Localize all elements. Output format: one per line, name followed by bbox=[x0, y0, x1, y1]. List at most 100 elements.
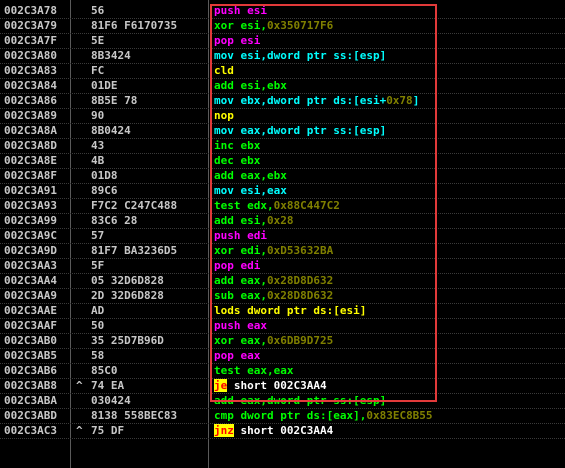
jump-mnemonic: je bbox=[214, 379, 228, 392]
instruction-text: lods dword ptr ds:[esi] bbox=[214, 303, 366, 318]
instruction-address: 002C3A91 bbox=[4, 184, 57, 197]
instruction-segment: test eax,eax bbox=[214, 364, 294, 377]
instruction-bytes: 4B bbox=[91, 154, 105, 167]
instruction-row[interactable]: 002C3A8F 01D8 add eax,ebx bbox=[0, 168, 565, 184]
jump-target-marker: ^ bbox=[76, 424, 83, 437]
instruction-text: sub eax,0x28D8D632 bbox=[214, 288, 333, 303]
instruction-text: xor esi,0x350717F6 bbox=[214, 18, 333, 33]
instruction-text: add esi,ebx bbox=[214, 78, 287, 93]
instruction-segment: mov eax,dword ptr ss:[esp] bbox=[214, 124, 387, 137]
instruction-row[interactable]: 002C3AA4 05 32D6D828 add eax,0x28D8D632 bbox=[0, 273, 565, 289]
instruction-row[interactable]: 002C3AB8 ^ 74 EA je short 002C3AA4 bbox=[0, 378, 565, 394]
instruction-text: xor edi,0xD53632BA bbox=[214, 243, 333, 258]
instruction-row[interactable]: 002C3A84 01DE add esi,ebx bbox=[0, 78, 565, 94]
instruction-segment: 0x88C447C2 bbox=[273, 199, 340, 212]
instruction-segment: add esi, bbox=[214, 214, 267, 227]
instruction-address: 002C3AA3 bbox=[4, 259, 57, 272]
instruction-segment: 0x6DB9D725 bbox=[266, 334, 334, 347]
instruction-address: 002C3A86 bbox=[4, 94, 57, 107]
instruction-bytes: 58 bbox=[91, 349, 105, 362]
instruction-bytes: 8B0424 bbox=[91, 124, 131, 137]
instruction-segment: dec ebx bbox=[214, 154, 261, 167]
instruction-segment: short 002C3AA4 bbox=[227, 379, 327, 392]
instruction-row[interactable]: 002C3AC3 ^ 75 DF jnz short 002C3AA4 bbox=[0, 423, 565, 439]
instruction-address: 002C3A8D bbox=[4, 139, 57, 152]
instruction-text: add esi,0x28 bbox=[214, 213, 293, 228]
instruction-row[interactable]: 002C3AAF 50 push eax bbox=[0, 318, 565, 334]
instruction-bytes: 5F bbox=[91, 259, 105, 272]
instruction-row[interactable]: 002C3A8D 43 inc ebx bbox=[0, 138, 565, 154]
instruction-text: test edx,0x88C447C2 bbox=[214, 198, 340, 213]
instruction-segment: sub eax, bbox=[214, 289, 267, 302]
instruction-bytes: 01DE bbox=[91, 79, 118, 92]
instruction-row[interactable]: 002C3AB6 85C0 test eax,eax bbox=[0, 363, 565, 379]
instruction-text: pop edi bbox=[214, 258, 260, 273]
instruction-row[interactable]: 002C3ABA 030424 add eax,dword ptr ss:[esp] bbox=[0, 393, 565, 409]
instruction-segment: add eax,ebx bbox=[214, 169, 287, 182]
instruction-row[interactable]: 002C3A91 89C6 mov esi,eax bbox=[0, 183, 565, 199]
instruction-segment: 0x28D8D632 bbox=[266, 274, 334, 287]
instruction-row[interactable]: 002C3AA3 5F pop edi bbox=[0, 258, 565, 274]
instruction-row[interactable]: 002C3A9C 57 push edi bbox=[0, 228, 565, 244]
instruction-row[interactable]: 002C3A78 56 push esi bbox=[0, 3, 565, 19]
instruction-row[interactable]: 002C3A8A 8B0424 mov eax,dword ptr ss:[esp] bbox=[0, 123, 565, 139]
instruction-text: mov esi,eax bbox=[214, 183, 287, 198]
instruction-segment: cmp dword ptr ds:[eax], bbox=[214, 409, 367, 422]
instruction-row[interactable]: 002C3A7F 5E pop esi bbox=[0, 33, 565, 49]
instruction-row[interactable]: 002C3AB0 35 25D7B96D xor eax,0x6DB9D725 bbox=[0, 333, 565, 349]
instruction-row[interactable]: 002C3AA9 2D 32D6D828 sub eax,0x28D8D632 bbox=[0, 288, 565, 304]
instruction-address: 002C3AAE bbox=[4, 304, 57, 317]
instruction-row[interactable]: 002C3A80 8B3424 mov esi,dword ptr ss:[esp] bbox=[0, 48, 565, 64]
instruction-address: 002C3AB8 bbox=[4, 379, 57, 392]
instruction-segment: add esi,ebx bbox=[214, 79, 287, 92]
instruction-address: 002C3ABA bbox=[4, 394, 57, 407]
instruction-segment: push eax bbox=[214, 319, 267, 332]
instruction-segment: lods dword ptr ds:[esi] bbox=[214, 304, 367, 317]
instruction-address: 002C3AB6 bbox=[4, 364, 57, 377]
instruction-address: 002C3AA4 bbox=[4, 274, 57, 287]
instruction-address: 002C3AAF bbox=[4, 319, 57, 332]
instruction-row[interactable]: 002C3AAE AD lods dword ptr ds:[esi] bbox=[0, 303, 565, 319]
instruction-segment: add eax,dword ptr ss:[esp] bbox=[214, 394, 387, 407]
instruction-segment: pop edi bbox=[214, 259, 261, 272]
instruction-address: 002C3A9C bbox=[4, 229, 57, 242]
instruction-text: cld bbox=[214, 63, 234, 78]
instruction-bytes: F7C2 C247C488 bbox=[91, 199, 178, 212]
instruction-row[interactable]: 002C3A89 90 nop bbox=[0, 108, 565, 124]
instruction-row[interactable]: 002C3A86 8B5E 78 mov ebx,dword ptr ds:[esi… bbox=[0, 93, 565, 109]
instruction-segment: mov esi,eax bbox=[214, 184, 287, 197]
instruction-segment: push edi bbox=[214, 229, 267, 242]
instruction-bytes: 8B3424 bbox=[91, 49, 131, 62]
instruction-row[interactable]: 002C3A99 83C6 28 add esi,0x28 bbox=[0, 213, 565, 229]
instruction-address: 002C3A8E bbox=[4, 154, 57, 167]
instruction-address: 002C3A9D bbox=[4, 244, 57, 257]
instruction-row[interactable]: 002C3A93 F7C2 C247C488 test edx,0x88C447C2 bbox=[0, 198, 565, 214]
instruction-row[interactable]: 002C3AB5 58 pop eax bbox=[0, 348, 565, 364]
instruction-text: xor eax,0x6DB9D725 bbox=[214, 333, 333, 348]
instruction-segment: add eax, bbox=[214, 274, 267, 287]
instruction-row[interactable]: 002C3A83 FC cld bbox=[0, 63, 565, 79]
instruction-row[interactable]: 002C3A8E 4B dec ebx bbox=[0, 153, 565, 169]
instruction-segment: xor edi, bbox=[214, 244, 267, 257]
instruction-bytes: 50 bbox=[91, 319, 105, 332]
instruction-segment: 0x83EC8B55 bbox=[366, 409, 433, 422]
instruction-bytes: 2D 32D6D828 bbox=[91, 289, 164, 302]
instruction-segment: mov esi,dword ptr ss:[esp] bbox=[214, 49, 387, 62]
instruction-bytes: 81F6 F6170735 bbox=[91, 19, 178, 32]
disassembly-view[interactable]: 002C3A78 56 push esi 002C3A79 81F6 F6170735 x… bbox=[0, 0, 565, 468]
instruction-bytes: 90 bbox=[91, 109, 105, 122]
instruction-text: nop bbox=[214, 108, 234, 123]
instruction-bytes: 57 bbox=[91, 229, 105, 242]
instruction-text: je short 002C3AA4 bbox=[214, 378, 327, 393]
instruction-bytes: 35 25D7B96D bbox=[91, 334, 164, 347]
instruction-bytes: 8138 558BEC83 bbox=[91, 409, 178, 422]
instruction-text: inc ebx bbox=[214, 138, 260, 153]
instruction-text: pop esi bbox=[214, 33, 260, 48]
instruction-row[interactable]: 002C3A79 81F6 F6170735 xor esi,0x350717F6 bbox=[0, 18, 565, 34]
instruction-row[interactable]: 002C3A9D 81F7 BA3236D5 xor edi,0xD53632BA bbox=[0, 243, 565, 259]
instruction-row[interactable]: 002C3ABD 8138 558BEC83 cmp dword ptr ds:[e… bbox=[0, 408, 565, 424]
instruction-segment: 0x78 bbox=[386, 94, 413, 107]
instruction-address: 002C3A84 bbox=[4, 79, 57, 92]
instruction-segment: short 002C3AA4 bbox=[233, 424, 334, 437]
instruction-address: 002C3AB0 bbox=[4, 334, 57, 347]
